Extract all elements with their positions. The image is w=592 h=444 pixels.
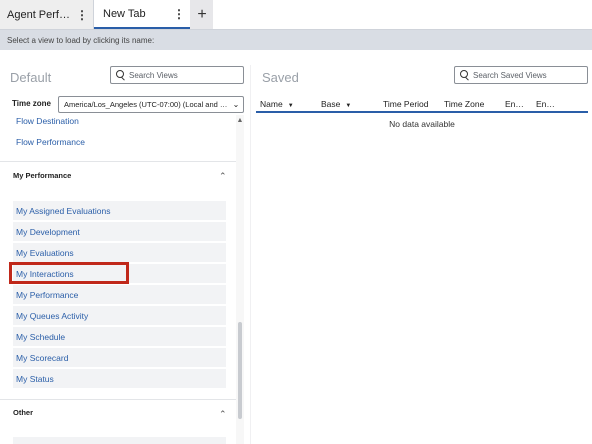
column-header-time-zone[interactable]: Time Zone xyxy=(444,99,484,109)
column-header-time-period[interactable]: Time Period xyxy=(383,99,429,109)
chevron-down-icon: ⌄ xyxy=(232,100,240,109)
default-views-list: Flow Destination Flow Performance My Per… xyxy=(0,115,236,444)
view-item-placeholder[interactable] xyxy=(13,437,226,444)
view-item-my-queues-activity[interactable]: My Queues Activity xyxy=(13,306,226,325)
group-header-other[interactable]: Other xyxy=(13,408,33,417)
empty-state-text: No data available xyxy=(389,119,455,129)
timezone-label: Time zone xyxy=(12,99,51,108)
view-item-my-evaluations[interactable]: My Evaluations xyxy=(13,243,226,262)
kebab-icon[interactable]: ⋮ xyxy=(75,8,89,22)
search-icon xyxy=(455,67,473,83)
column-header-name[interactable]: Name ▼ xyxy=(260,99,294,109)
column-header-base[interactable]: Base ▼ xyxy=(321,99,351,109)
search-placeholder: Search Saved Views xyxy=(473,70,547,80)
view-item-flow-destination[interactable]: Flow Destination xyxy=(13,115,226,130)
tab-label: Agent Perform… xyxy=(7,8,75,21)
timezone-select[interactable]: America/Los_Angeles (UTC-07:00) (Local a… xyxy=(58,96,244,113)
tab-new-tab[interactable]: New Tab ⋮ xyxy=(94,0,190,29)
tab-label: New Tab xyxy=(103,7,146,20)
pane-separator xyxy=(250,65,251,444)
column-label: Name xyxy=(260,99,283,109)
scrollbar-thumb[interactable] xyxy=(238,322,242,419)
view-item-flow-performance[interactable]: Flow Performance xyxy=(13,132,226,151)
search-saved-views-input[interactable]: Search Saved Views xyxy=(454,66,588,84)
view-item-my-status[interactable]: My Status xyxy=(13,369,226,388)
view-item-my-development[interactable]: My Development xyxy=(13,222,226,241)
view-item-my-scorecard[interactable]: My Scorecard xyxy=(13,348,226,367)
plus-icon[interactable]: + xyxy=(191,0,213,29)
column-label: Base xyxy=(321,99,341,109)
group-divider xyxy=(0,161,236,162)
group-header-my-performance[interactable]: My Performance xyxy=(13,171,71,180)
chevron-up-icon[interactable]: ⌃ xyxy=(219,409,227,420)
kebab-icon[interactable]: ⋮ xyxy=(172,7,186,21)
view-item-my-performance[interactable]: My Performance xyxy=(13,285,226,304)
instruction-bar: Select a view to load by clicking its na… xyxy=(0,30,592,50)
column-header-en-1[interactable]: En… xyxy=(505,99,524,109)
scroll-up-icon[interactable]: ▲ xyxy=(236,117,244,124)
default-section-title: Default xyxy=(10,70,52,85)
saved-section-title: Saved xyxy=(262,70,299,85)
column-header-en-2[interactable]: En… xyxy=(536,99,555,109)
view-item-my-interactions[interactable]: My Interactions xyxy=(13,264,226,283)
search-icon xyxy=(111,67,129,83)
view-item-my-assigned-evaluations[interactable]: My Assigned Evaluations xyxy=(13,201,226,220)
table-header-underline xyxy=(256,111,588,113)
search-views-input[interactable]: Search Views xyxy=(110,66,244,84)
sort-down-icon[interactable]: ▼ xyxy=(288,103,294,109)
tab-bar-empty-space xyxy=(213,0,592,29)
sort-down-icon[interactable]: ▼ xyxy=(345,103,351,109)
tab-agent-performance[interactable]: Agent Perform… ⋮ xyxy=(0,0,94,29)
chevron-up-icon[interactable]: ⌃ xyxy=(219,171,227,182)
view-item-my-schedule[interactable]: My Schedule xyxy=(13,327,226,346)
timezone-value: America/Los_Angeles (UTC-07:00) (Local a… xyxy=(64,100,229,109)
group-divider xyxy=(0,399,236,400)
search-placeholder: Search Views xyxy=(129,70,178,80)
